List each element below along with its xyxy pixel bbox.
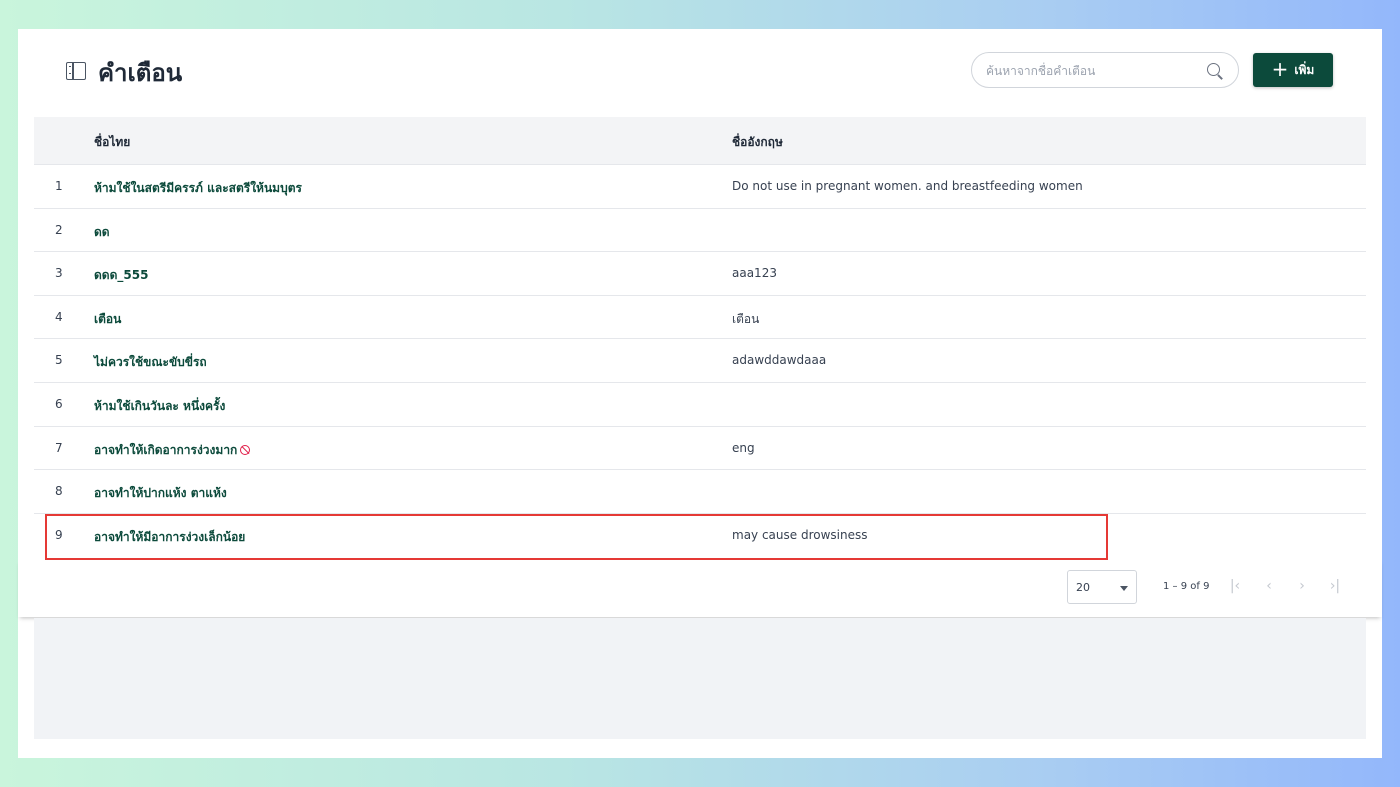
table-row[interactable]: 4 เตือน เตือน [34, 296, 1366, 340]
row-english-name: may cause drowsiness [732, 527, 868, 542]
row-thai-name-link[interactable]: ห้ามใช้เกินวันละ หนึ่งครั้ง [94, 397, 225, 416]
sidebar-panel-icon[interactable] [66, 62, 86, 80]
table-row[interactable]: 9 อาจทำให้มีอาการง่วงเล็กน้อย may cause dr… [34, 514, 1366, 558]
range-label: 1 – 9 of 9 [1163, 581, 1210, 592]
row-number: 7 [55, 440, 63, 455]
row-thai-name-link[interactable]: ไม่ควรใช้ขณะขับขี่รถ [94, 353, 207, 372]
last-page-icon[interactable]: ›| [1328, 579, 1342, 593]
row-thai-name: เตือน [94, 311, 122, 326]
page-title: คำเตือน [98, 59, 183, 87]
row-thai-name: ดดด_555 [94, 268, 149, 283]
row-thai-name-link[interactable]: อาจทำให้เกิดอาการง่วงมาก [94, 441, 251, 460]
row-english-name: Do not use in pregnant women. and breast… [732, 179, 1083, 193]
row-thai-name-link[interactable]: อาจทำให้ปากแห้ง ตาแห้ง [94, 484, 227, 503]
plus-icon: + [1271, 57, 1289, 81]
search-input[interactable] [986, 61, 1196, 81]
row-number: 6 [55, 396, 63, 411]
column-header-thai-name[interactable]: ชื่อไทย [94, 133, 130, 152]
empty-area [34, 618, 1366, 739]
page-header: คำเตือน + เพิ่ม [18, 29, 1382, 117]
table-body: 1 ห้ามใช้ในสตรีมีครรภ์ และสตรีให้นมบุตร Do… [34, 165, 1366, 557]
row-thai-name: ห้ามใช้เกินวันละ หนึ่งครั้ง [94, 398, 226, 413]
column-header-english-name[interactable]: ชื่ออังกฤษ [732, 133, 783, 152]
caret-down-icon [1120, 586, 1128, 591]
warnings-table: ชื่อไทย ชื่ออังกฤษ 1 ห้ามใช้ในสตรีมีครรภ์… [34, 117, 1366, 557]
row-english-name: eng [732, 440, 755, 455]
row-thai-name: ดด [94, 224, 110, 239]
row-number: 2 [55, 222, 63, 237]
table-row[interactable]: 7 อาจทำให้เกิดอาการง่วงมาก eng [34, 427, 1366, 471]
row-thai-name: อาจทำให้ปากแห้ง ตาแห้ง [94, 486, 227, 501]
row-thai-name: ห้ามใช้ในสตรีมีครรภ์ และสตรีให้นมบุตร [94, 181, 302, 195]
row-thai-name: อาจทำให้มีอาการง่วงเล็กน้อย [94, 529, 246, 544]
row-number: 1 [55, 179, 63, 193]
row-thai-name-link[interactable]: ดด [94, 223, 110, 242]
add-button-label: เพิ่ม [1294, 62, 1315, 77]
row-number: 8 [55, 484, 63, 499]
search-icon[interactable] [1207, 63, 1220, 76]
row-number: 3 [55, 266, 63, 281]
warnings-card: คำเตือน + เพิ่ม ชื่อไทย ชื่ออังกฤษ 1 ห้าม… [18, 29, 1382, 758]
row-thai-name-link[interactable]: ห้ามใช้ในสตรีมีครรภ์ และสตรีให้นมบุตร [94, 179, 302, 198]
row-thai-name-link[interactable]: อาจทำให้มีอาการง่วงเล็กน้อย [94, 528, 245, 547]
row-number: 4 [55, 309, 63, 324]
table-row[interactable]: 6 ห้ามใช้เกินวันละ หนึ่งครั้ง [34, 383, 1366, 427]
next-page-icon[interactable]: › [1295, 579, 1309, 593]
row-english-name: เตือน [732, 311, 760, 326]
table-row[interactable]: 5 ไม่ควรใช้ขณะขับขี่รถ adawddawdaaa [34, 339, 1366, 383]
add-button[interactable]: + เพิ่ม [1253, 53, 1333, 87]
paginator: 20 1 – 9 of 9 |‹ ‹ › ›| [18, 559, 1382, 617]
page-size-value: 20 [1076, 581, 1090, 594]
table-row[interactable]: 3 ดดด_555 aaa123 [34, 252, 1366, 296]
previous-page-icon[interactable]: ‹ [1262, 579, 1276, 593]
row-english-name: aaa123 [732, 266, 777, 281]
first-page-icon[interactable]: |‹ [1228, 579, 1242, 593]
row-thai-name: อาจทำให้เกิดอาการง่วงมาก [94, 442, 238, 457]
table-row[interactable]: 1 ห้ามใช้ในสตรีมีครรภ์ และสตรีให้นมบุตร Do… [34, 165, 1366, 209]
ban-icon [240, 444, 251, 455]
row-thai-name-link[interactable]: เตือน [94, 310, 121, 329]
row-thai-name-link[interactable]: ดดด_555 [94, 266, 148, 285]
table-row[interactable]: 2 ดด [34, 209, 1366, 253]
row-english-name: adawddawdaaa [732, 353, 827, 368]
row-thai-name: ไม่ควรใช้ขณะขับขี่รถ [94, 355, 207, 370]
row-number: 9 [55, 527, 63, 542]
page-size-select[interactable]: 20 [1067, 570, 1137, 604]
row-number: 5 [55, 353, 63, 368]
search-box [971, 52, 1239, 88]
table-header: ชื่อไทย ชื่ออังกฤษ [34, 117, 1366, 165]
table-row[interactable]: 8 อาจทำให้ปากแห้ง ตาแห้ง [34, 470, 1366, 514]
